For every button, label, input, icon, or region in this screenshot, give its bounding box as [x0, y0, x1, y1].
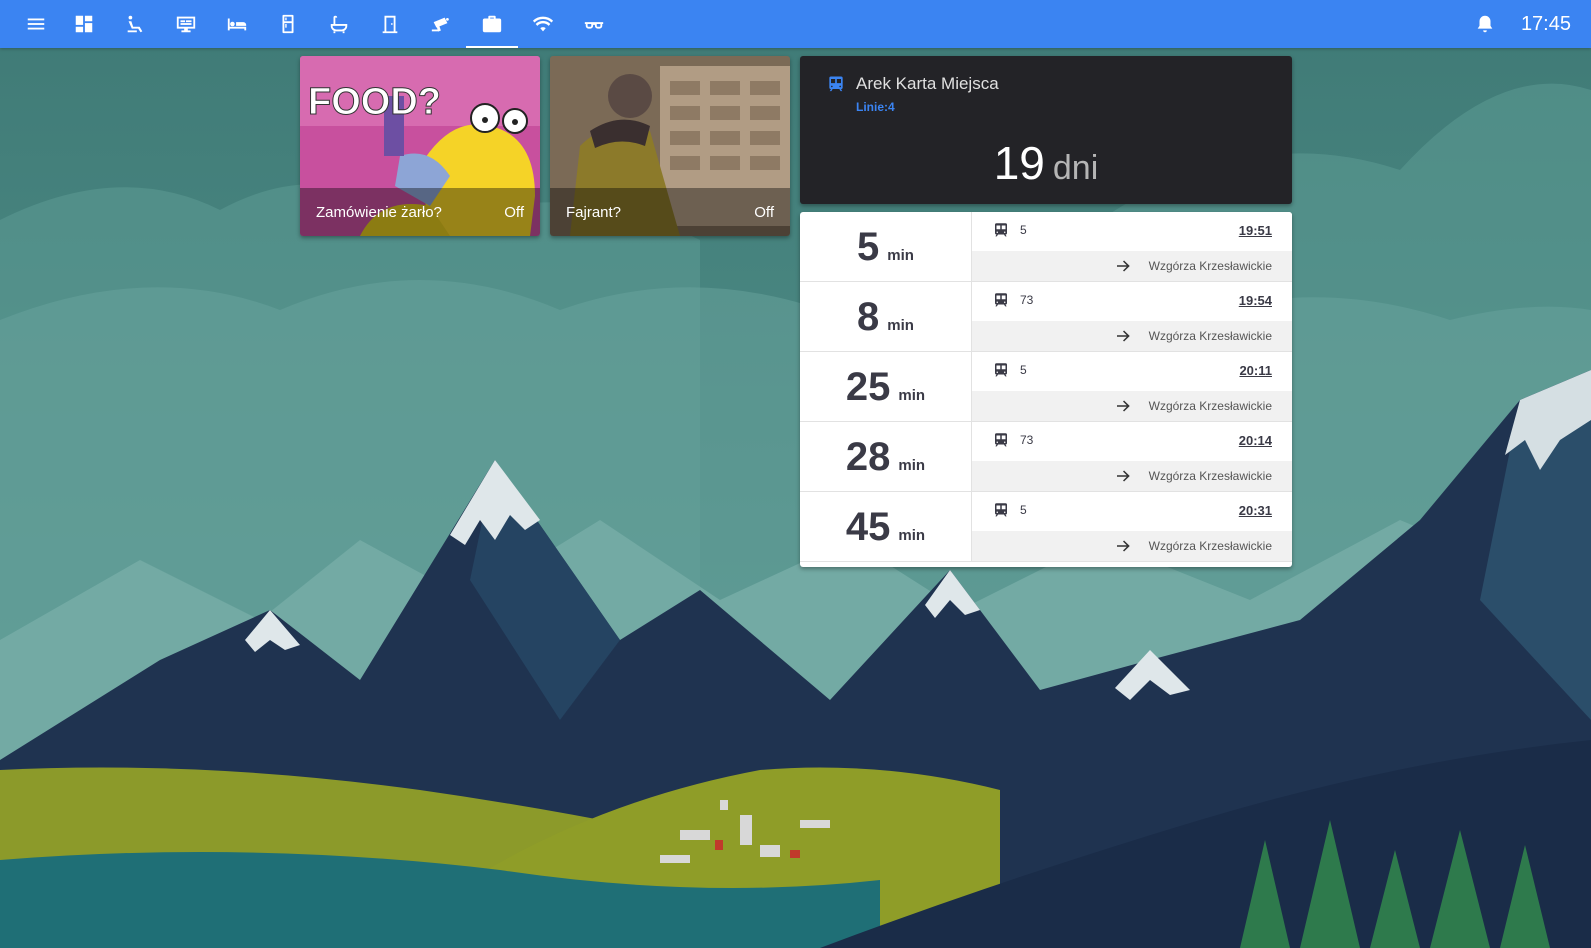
glasses-icon[interactable] [574, 0, 614, 48]
departure-info: 5 20:31 [972, 492, 1292, 531]
food-order-tile[interactable]: FOOD? Zamówienie żarło? Off [300, 56, 540, 236]
minutes-unit: min [898, 527, 926, 544]
departure-row[interactable]: 45 min 5 20:31 Wzgórza Krzesławickie [800, 492, 1292, 562]
departure-time[interactable]: 19:51 [1239, 223, 1272, 238]
tile-caption: Fajrant? Off [550, 188, 790, 236]
days-value: 19 [993, 137, 1045, 189]
departure-time[interactable]: 20:11 [1239, 363, 1272, 378]
tram-icon [829, 76, 843, 92]
arrow-right-icon [1117, 330, 1130, 342]
minutes-value: 25 [845, 365, 891, 409]
arrow-right-icon [1117, 260, 1130, 272]
destination: Wzgórza Krzesławickie [1148, 539, 1272, 553]
ticket-title: Arek Karta Miejsca [856, 74, 999, 93]
departures-card: 5 min 5 19:51 Wzgórza Krzesławickie 8 min … [800, 212, 1292, 567]
minutes-unit: min [898, 387, 926, 404]
departure-countdown: 28 min [800, 422, 972, 492]
minutes-value: 5 [857, 225, 880, 269]
departure-countdown: 25 min [800, 352, 972, 422]
departure-countdown: 8 min [800, 282, 972, 352]
line-number: 5 [1020, 503, 1027, 517]
destination: Wzgórza Krzesławickie [1148, 399, 1272, 413]
tram-icon [995, 223, 1007, 237]
city-card-ticket[interactable]: Arek Karta Miejsca Linie:4 19 dni [800, 56, 1292, 204]
departure-row[interactable]: 28 min 73 20:14 Wzgórza Krzesławickie [800, 422, 1292, 492]
arrow-right-icon [1117, 400, 1130, 412]
line-number: 73 [1020, 433, 1034, 447]
minutes-value: 8 [857, 295, 880, 339]
clock: 17:45 [1520, 13, 1571, 35]
fridge-icon[interactable] [268, 0, 308, 48]
departure-countdown: 5 min [800, 212, 972, 282]
days-unit: dni [1052, 149, 1099, 187]
tile-state[interactable]: Off [754, 204, 774, 221]
departure-direction: Wzgórza Krzesławickie [972, 531, 1292, 562]
door-icon[interactable] [370, 0, 410, 48]
minutes-unit: min [898, 457, 926, 474]
departure-direction: Wzgórza Krzesławickie [972, 461, 1292, 492]
departure-time[interactable]: 19:54 [1239, 293, 1272, 308]
tile-state[interactable]: Off [504, 204, 524, 221]
menu-icon[interactable] [16, 0, 56, 48]
departure-direction: Wzgórza Krzesławickie [972, 391, 1292, 422]
departure-info: 73 20:14 [972, 422, 1292, 461]
minutes-unit: min [887, 317, 914, 334]
arrow-right-icon [1117, 540, 1130, 552]
wifi-icon[interactable] [523, 0, 563, 48]
desktop-icon[interactable] [166, 0, 206, 48]
destination: Wzgórza Krzesławickie [1148, 329, 1272, 343]
departure-direction: Wzgórza Krzesławickie [972, 321, 1292, 352]
arrow-right-icon [1117, 470, 1130, 482]
departure-info: 5 19:51 [972, 212, 1292, 251]
bathtub-icon[interactable] [319, 0, 359, 48]
departure-time[interactable]: 20:14 [1239, 433, 1272, 448]
minutes-value: 28 [845, 435, 891, 479]
departure-row[interactable]: 25 min 5 20:11 Wzgórza Krzesławickie [800, 352, 1292, 422]
destination: Wzgórza Krzesławickie [1148, 259, 1272, 273]
tile-label: Zamówienie żarło? [316, 204, 442, 221]
background-wallpaper [0, 0, 1591, 948]
tile-label: Fajrant? [566, 204, 622, 221]
tram-icon [995, 293, 1007, 307]
end-of-work-tile[interactable]: Fajrant? Off [550, 56, 790, 236]
tram-icon [995, 433, 1007, 447]
departure-info: 5 20:11 [972, 352, 1292, 391]
departure-row[interactable]: 8 min 73 19:54 Wzgórza Krzesławickie [800, 282, 1292, 352]
dashboard-icon[interactable] [64, 0, 104, 48]
minutes-value: 45 [845, 505, 891, 549]
tile-caption: Zamówienie żarło? Off [300, 188, 540, 236]
svg-text:FOOD?: FOOD? [308, 81, 441, 123]
tram-icon [995, 363, 1007, 377]
top-app-bar: 17:45 [0, 0, 1591, 48]
briefcase-icon[interactable] [466, 0, 518, 48]
ticket-lines: Linie:4 [856, 100, 895, 114]
departure-time[interactable]: 20:31 [1239, 503, 1272, 518]
line-number: 5 [1020, 363, 1027, 377]
seat-icon[interactable] [115, 0, 155, 48]
ticket-days-remaining: 19 dni [800, 136, 1292, 190]
minutes-unit: min [887, 247, 914, 264]
tram-icon [995, 503, 1007, 517]
cctv-icon[interactable] [421, 0, 461, 48]
bed-icon[interactable] [217, 0, 257, 48]
departure-direction: Wzgórza Krzesławickie [972, 251, 1292, 282]
bell-icon[interactable] [1465, 0, 1505, 48]
line-number: 5 [1020, 223, 1027, 237]
departure-countdown: 45 min [800, 492, 972, 562]
destination: Wzgórza Krzesławickie [1148, 469, 1272, 483]
departure-row[interactable]: 5 min 5 19:51 Wzgórza Krzesławickie [800, 212, 1292, 282]
departure-info: 73 19:54 [972, 282, 1292, 321]
line-number: 73 [1020, 293, 1034, 307]
